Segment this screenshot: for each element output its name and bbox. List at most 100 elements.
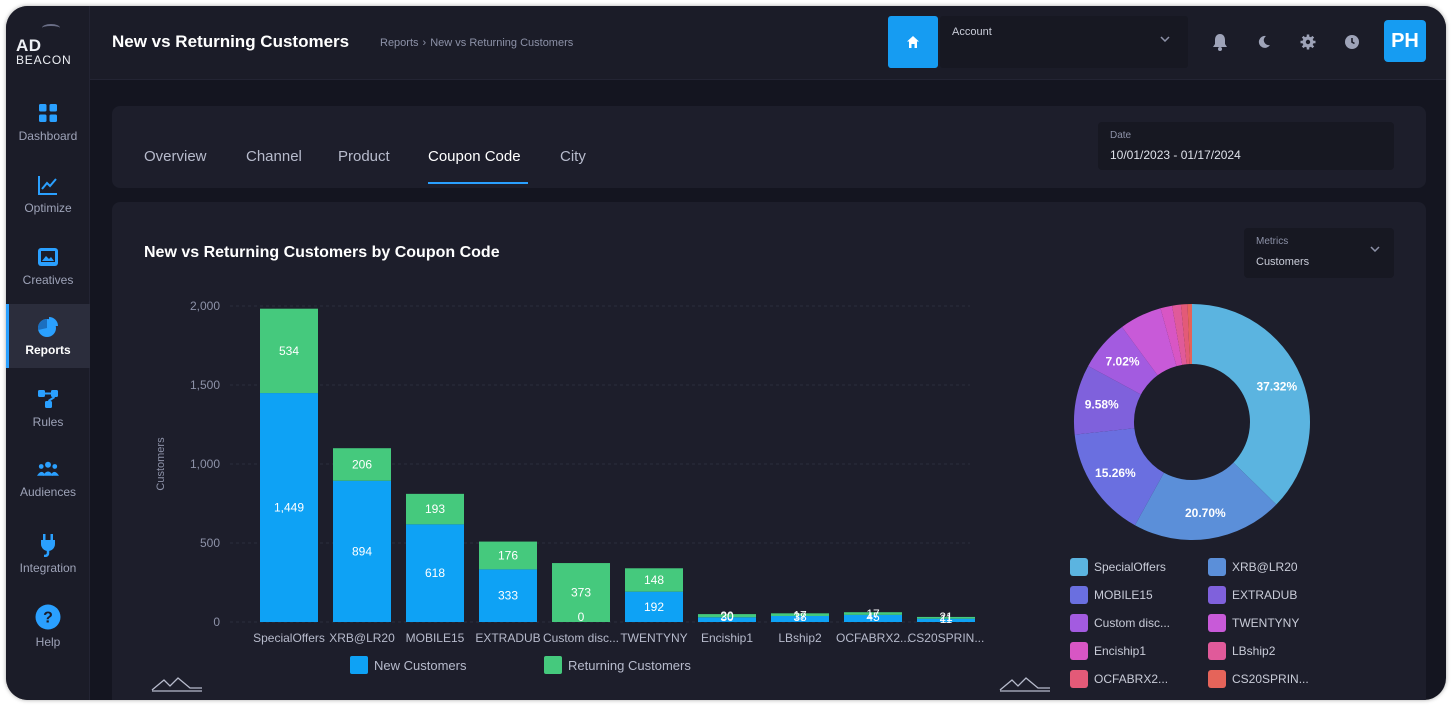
sidebar-item-audiences[interactable]: Audiences: [6, 446, 90, 510]
bar-data-label: 206: [352, 457, 372, 471]
gear-icon[interactable]: [1298, 32, 1318, 52]
donut-legend-item[interactable]: Enciship1: [1070, 642, 1146, 660]
bar-data-label: 333: [498, 589, 518, 603]
bar-data-label: 192: [644, 600, 664, 614]
sidebar-item-label: Dashboard: [18, 128, 78, 143]
bar-data-label: 17: [793, 608, 807, 622]
sidebar-item-integration[interactable]: Integration: [6, 522, 90, 586]
sidebar-item-label: Reports: [25, 342, 71, 357]
mountain-watermark-icon: [999, 677, 1050, 692]
y-axis-label: Customers: [155, 437, 167, 491]
ad-beacon-logo[interactable]: AD BEACON: [16, 24, 82, 67]
legend-swatch: [1070, 670, 1088, 688]
tab-coupon-code[interactable]: Coupon Code: [428, 148, 521, 165]
metrics-label: Metrics: [1256, 236, 1289, 247]
legend-label: Enciship1: [1094, 644, 1147, 658]
sidebar-item-rules[interactable]: Rules: [6, 376, 90, 440]
legend-swatch: [1208, 642, 1226, 660]
logo-beam-icon: [42, 24, 60, 32]
donut-legend-item[interactable]: CS20SPRIN...: [1208, 670, 1309, 688]
legend-label: SpecialOffers: [1094, 560, 1166, 574]
donut-slice-label: 20.70%: [1185, 506, 1226, 520]
moon-icon[interactable]: [1254, 32, 1274, 52]
sidebar-item-optimize[interactable]: Optimize: [6, 162, 90, 226]
logo-line-1: AD: [16, 36, 42, 55]
bar-data-label: 1,449: [274, 501, 304, 515]
flow-icon: [37, 388, 59, 410]
x-tick-label: CS20SPRIN...: [908, 631, 985, 645]
bar-data-label: 0: [578, 610, 585, 624]
y-tick-label: 500: [200, 536, 220, 550]
breadcrumb-separator-icon: ›: [422, 37, 427, 49]
donut-legend-item[interactable]: XRB@LR20: [1208, 558, 1298, 576]
legend-new-customers[interactable]: New Customers: [350, 656, 466, 674]
donut-legend-item[interactable]: OCFABRX2...: [1070, 670, 1168, 688]
mountain-watermark-icon: [151, 677, 202, 692]
x-tick-label: MOBILE15: [406, 631, 465, 645]
bar-data-label: 11: [940, 612, 953, 626]
people-icon: [37, 458, 59, 480]
tab-channel[interactable]: Channel: [246, 148, 302, 165]
report-tabs-panel: Overview Channel Product Coupon Code Cit…: [112, 106, 1426, 188]
tab-product[interactable]: Product: [338, 148, 390, 165]
legend-swatch: [1208, 586, 1226, 604]
breadcrumb: Reports › New vs Returning Customers: [380, 37, 573, 49]
x-tick-label: OCFABRX2...: [836, 631, 910, 645]
breadcrumb-current: New vs Returning Customers: [430, 37, 574, 49]
bell-icon[interactable]: [1210, 32, 1230, 52]
legend-swatch: [1208, 614, 1226, 632]
bar-data-label: 618: [425, 566, 445, 580]
chart-title: New vs Returning Customers by Coupon Cod…: [144, 244, 500, 261]
user-avatar[interactable]: PH: [1384, 20, 1426, 62]
x-tick-label: EXTRADUB: [475, 631, 540, 645]
legend-swatch: [1208, 558, 1226, 576]
sidebar: AD BEACON Dashboard Optimize Creatives R…: [6, 6, 90, 700]
account-label: Account: [952, 26, 992, 38]
legend-swatch-new: [350, 656, 368, 674]
y-tick-label: 1,500: [190, 378, 220, 392]
breadcrumb-reports[interactable]: Reports: [380, 37, 419, 49]
sidebar-item-label: Integration: [19, 560, 77, 575]
sidebar-item-reports[interactable]: Reports: [6, 304, 90, 368]
donut-legend-item[interactable]: EXTRADUB: [1208, 586, 1297, 604]
home-button[interactable]: [888, 16, 938, 68]
donut-legend-item[interactable]: MOBILE15: [1070, 586, 1153, 604]
chevron-down-icon: [1160, 36, 1170, 42]
tab-city[interactable]: City: [560, 148, 586, 165]
legend-swatch: [1070, 558, 1088, 576]
donut-legend-item[interactable]: SpecialOffers: [1070, 558, 1166, 576]
donut-slice-label: 9.58%: [1085, 397, 1119, 411]
help-icon: ?: [35, 604, 61, 630]
sidebar-item-help[interactable]: ? Help: [6, 594, 90, 658]
legend-swatch-returning: [544, 656, 562, 674]
sidebar-item-label: Creatives: [22, 272, 74, 287]
chart-panel: New vs Returning Customers by Coupon Cod…: [112, 202, 1426, 700]
legend-label: MOBILE15: [1094, 588, 1153, 602]
stacked-bar-chart: 0 500 1,000 1,500 2,000 Customers 1,449 534 Spec…: [155, 299, 985, 645]
clock-icon[interactable]: [1342, 32, 1362, 52]
legend-label: TWENTYNY: [1232, 616, 1300, 630]
legend-label: XRB@LR20: [1232, 560, 1298, 574]
sidebar-item-label: Optimize: [24, 200, 72, 215]
bar-data-label: 193: [425, 502, 445, 516]
sidebar-item-dashboard[interactable]: Dashboard: [6, 90, 90, 154]
account-select[interactable]: Account: [940, 16, 1188, 68]
donut-legend-item[interactable]: LBship2: [1208, 642, 1275, 660]
sidebar-item-label: Rules: [32, 414, 64, 429]
donut-legend-item[interactable]: TWENTYNY: [1208, 614, 1299, 632]
donut-legend-item[interactable]: Custom disc...: [1070, 614, 1170, 632]
sidebar-item-label: Audiences: [19, 484, 77, 499]
date-range-picker[interactable]: Date 10/01/2023 - 01/17/2024: [1098, 122, 1394, 170]
bar-data-label: 373: [571, 586, 591, 600]
sidebar-item-creatives[interactable]: Creatives: [6, 234, 90, 298]
legend-returning-customers[interactable]: Returning Customers: [544, 656, 691, 674]
legend-label: OCFABRX2...: [1094, 672, 1169, 686]
legend-label: Custom disc...: [1094, 616, 1171, 630]
donut-slice-label: 7.02%: [1106, 355, 1140, 369]
metrics-select[interactable]: Metrics Customers: [1244, 228, 1394, 278]
legend-label: LBship2: [1232, 644, 1276, 658]
tab-overview[interactable]: Overview: [144, 148, 207, 165]
x-tick-label: XRB@LR20: [329, 631, 395, 645]
x-tick-label: TWENTYNY: [620, 631, 687, 645]
legend-swatch: [1070, 642, 1088, 660]
